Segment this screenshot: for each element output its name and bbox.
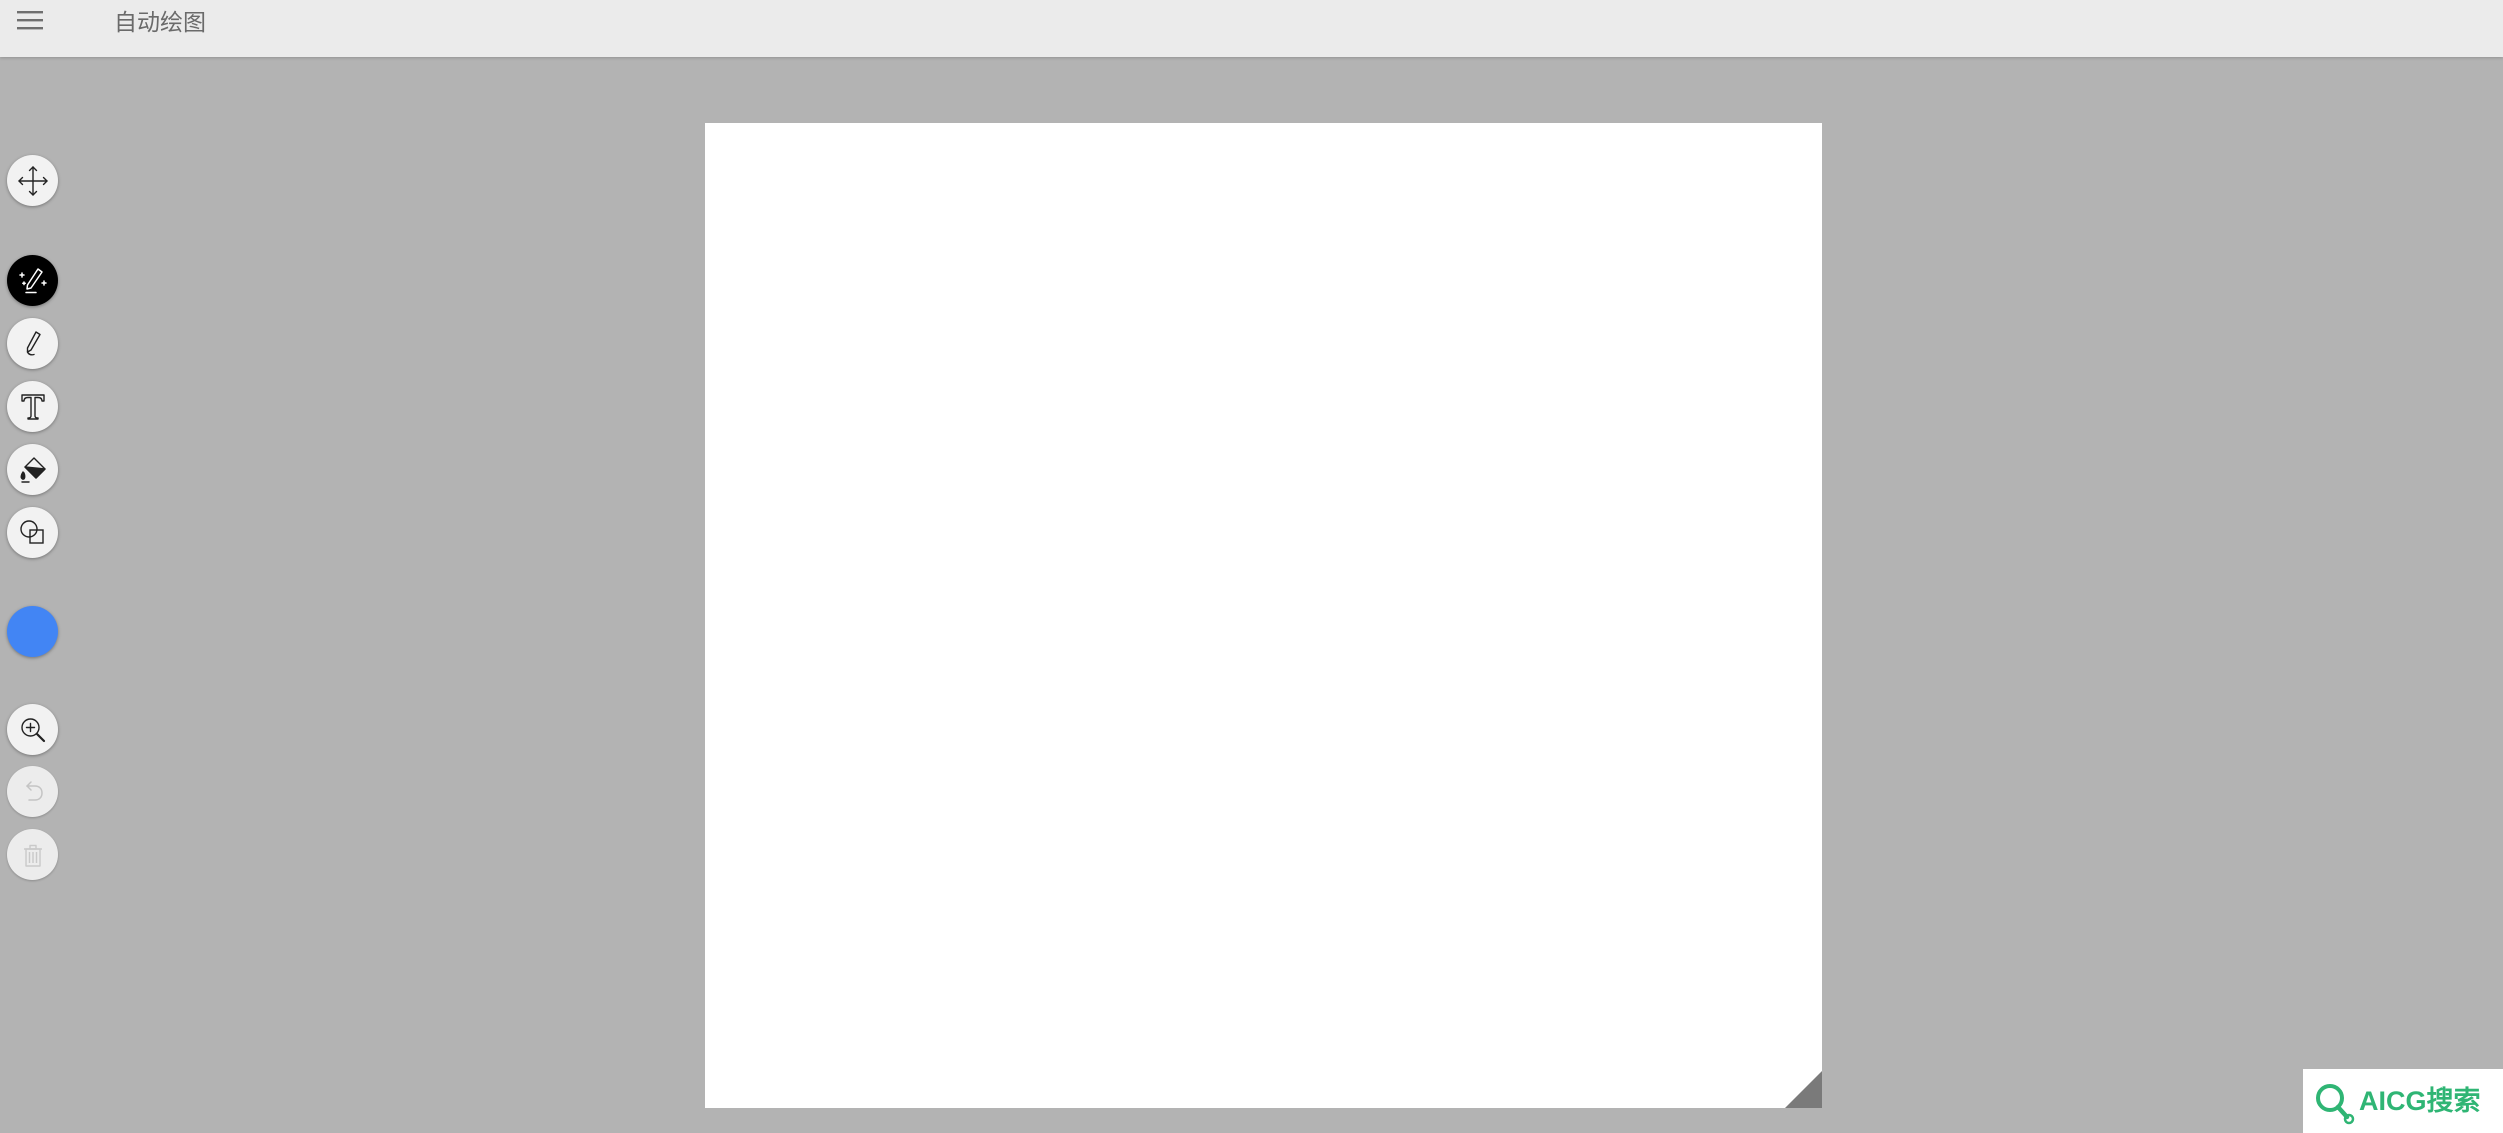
magnifier-logo-icon [2313, 1081, 2357, 1129]
text-tool-button[interactable] [7, 381, 58, 432]
color-picker-button[interactable] [7, 606, 58, 657]
zoom-in-icon [17, 714, 49, 746]
move-arrows-icon [17, 165, 49, 197]
trash-icon [17, 839, 49, 871]
pencil-icon [17, 328, 49, 360]
auto-draw-tool-button[interactable] [7, 255, 58, 306]
move-tool-button[interactable] [7, 155, 58, 206]
paint-bucket-icon [17, 454, 49, 486]
menu-button[interactable] [14, 6, 46, 38]
fill-tool-button[interactable] [7, 444, 58, 495]
shapes-icon [17, 517, 49, 549]
app-title: 自动绘图 [114, 10, 206, 36]
delete-button[interactable] [7, 829, 58, 880]
magic-pencil-icon [16, 264, 50, 298]
shapes-tool-button[interactable] [7, 507, 58, 558]
watermark-text: AICG搜索 [2359, 1086, 2481, 1116]
text-t-icon [17, 391, 49, 423]
drawing-canvas[interactable] [705, 123, 1822, 1108]
top-app-bar: 自动绘图 [0, 0, 2503, 57]
hamburger-menu-icon [16, 9, 44, 35]
undo-button[interactable] [7, 766, 58, 817]
canvas-resize-handle[interactable] [1785, 1071, 1822, 1108]
watermark: AICG搜索 [2303, 1069, 2503, 1133]
zoom-tool-button[interactable] [7, 704, 58, 755]
draw-tool-button[interactable] [7, 318, 58, 369]
undo-icon [17, 776, 49, 808]
